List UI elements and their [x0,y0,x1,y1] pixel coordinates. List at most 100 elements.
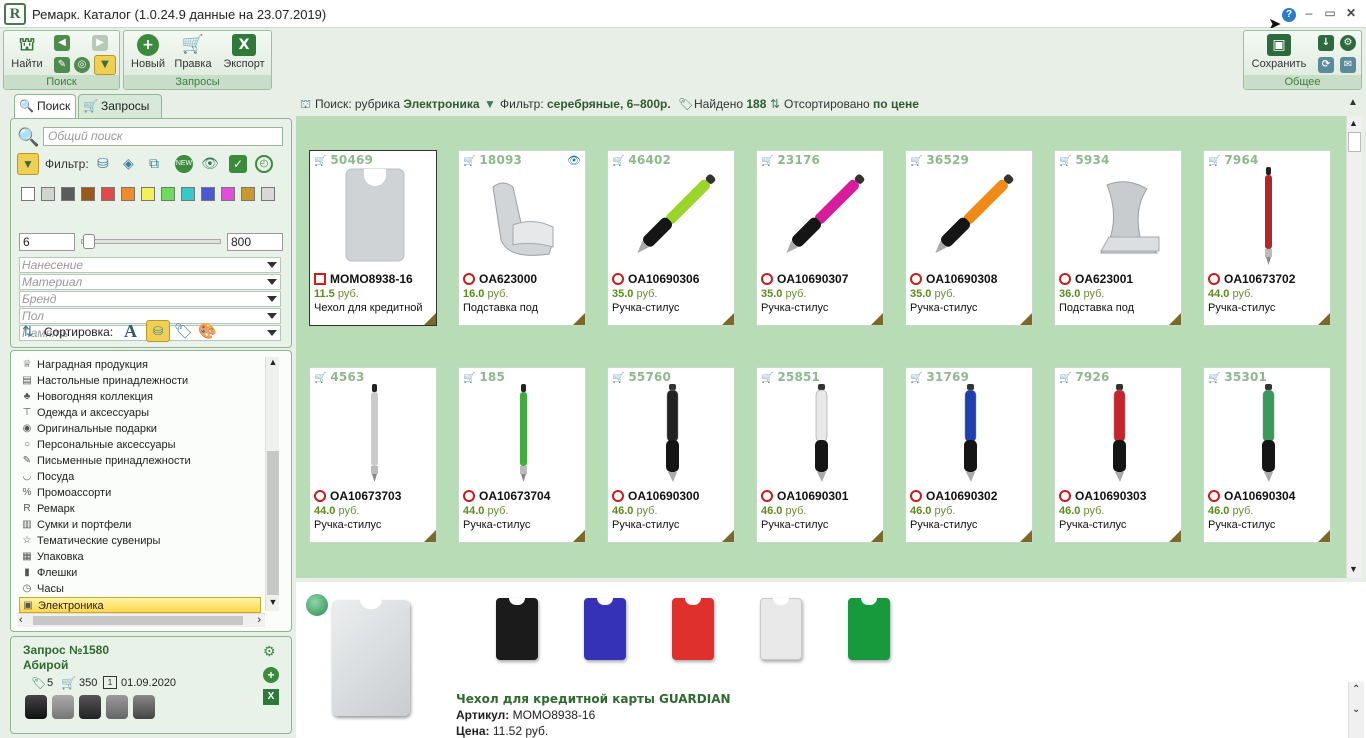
forward-icon[interactable]: ▶ [92,35,108,51]
scroll-down-icon[interactable]: ▼ [267,597,279,611]
new-request-button[interactable]: + Новый [128,34,168,70]
eraser-icon[interactable]: ✎ [54,57,70,73]
globe-icon[interactable]: ◎ [74,57,90,73]
category-scrollbar[interactable]: ▲ ▼ [265,357,279,611]
collapse-icon[interactable]: ▲ [1348,93,1358,113]
filter-toggle-icon[interactable]: ▼ [17,153,39,175]
category-item[interactable]: ◡ Посуда [19,469,261,485]
category-item[interactable]: ✎ Письменные принадлежности [19,453,261,469]
bag-thumbnail-5[interactable] [133,695,155,719]
category-item[interactable]: ▥ Сумки и портфели [19,517,261,533]
color-swatch[interactable] [81,187,95,201]
product-card[interactable]: 🛒 7964 OA10673702 44.0 руб. Ручка-стилус [1203,150,1331,326]
sort-alpha-icon[interactable]: A [124,321,137,342]
tab-search[interactable]: 🔍 Поиск [14,94,76,118]
product-card[interactable]: 🛒 25851 OA10690301 46.0 руб. Ручка-стилус [756,367,884,543]
product-card[interactable]: 🛒 7926 OA10690303 46.0 руб. Ручка-стилус [1054,367,1182,543]
product-card[interactable]: 🛒 31769 OA10690302 46.0 руб. Ручка-стилус [905,367,1033,543]
price-slider-track[interactable] [81,239,221,244]
layers-filter-icon[interactable]: ⧉ [149,155,167,173]
variant-thumbnail[interactable] [496,598,538,660]
category-item[interactable]: ○ Персональные аксессуары [19,437,261,453]
back-icon[interactable]: ◀ [54,35,70,51]
bag-thumbnail-2[interactable] [52,695,74,719]
price-filter-icon[interactable]: ⛁ [97,155,115,173]
maximize-button[interactable]: ▭ [1320,4,1340,22]
price-max-input[interactable]: 800 [227,233,283,251]
product-card[interactable]: 🛒 36529 OA10690308 35.0 руб. Ручка-стилус [905,150,1033,326]
globe-link-icon[interactable] [306,594,328,616]
help-icon[interactable]: ? [1279,4,1299,22]
request-excel-icon[interactable]: X [263,689,279,705]
product-card[interactable]: 🛒 4563 OA10673703 44.0 руб. Ручка-стилус [309,367,437,543]
variant-thumbnail[interactable] [672,598,714,660]
category-item[interactable]: R Ремарк [19,501,261,517]
price-slider-thumb[interactable] [83,234,95,249]
color-swatch[interactable] [261,187,275,201]
scroll-right-icon[interactable]: › [257,614,261,626]
new-filter-icon[interactable]: NEW [175,155,193,173]
sync-icon[interactable]: ⟳ [1318,57,1334,73]
product-card[interactable]: 🛒 5934 OA623001 36.0 руб. Подставка под [1054,150,1182,326]
category-item[interactable]: ▮ Флешки [19,565,261,581]
bag-thumbnail-1[interactable] [25,695,47,719]
color-swatch[interactable] [21,187,35,201]
category-item[interactable]: ◷ Часы [19,581,261,597]
box-filter-icon[interactable]: ◈ [123,155,141,173]
grid-scroll-up-icon[interactable]: ▲ [1349,118,1358,128]
color-swatch[interactable] [141,187,155,201]
clock-filter-icon[interactable]: ◴ [255,155,273,173]
eye-icon[interactable]: 👁 [567,154,581,167]
scroll-left-icon[interactable]: ‹ [19,614,23,626]
product-card[interactable]: 🛒 46402 OA10690306 35.0 руб. Ручка-стилус [607,150,735,326]
grid-scroll-down-icon[interactable]: ▼ [1349,564,1358,574]
category-hscrollbar[interactable]: ‹ › [17,613,265,627]
variant-thumbnail[interactable] [584,598,626,660]
product-card[interactable]: 🛒 50469 MOMO8938-16 11.5 руб. Чехол для кре… [309,150,437,326]
category-item[interactable]: % Промоассорти [19,485,261,501]
color-swatch[interactable] [41,187,55,201]
search-input[interactable]: Общий поиск [43,127,283,146]
bag-thumbnail-4[interactable] [106,695,128,719]
product-card[interactable]: 🛒 185 OA10673704 44.0 руб. Ручка-стилус [458,367,586,543]
hscroll-thumb[interactable] [33,616,243,625]
tab-requests[interactable]: 🛒 Запросы [78,94,162,118]
bag-thumbnail-3[interactable] [79,695,101,719]
color-swatch[interactable] [121,187,135,201]
category-item[interactable]: ⊤ Одежда и аксессуары [19,405,261,421]
category-item[interactable]: ▣ Электроника [19,597,261,613]
product-card[interactable]: 🛒 55760 OA10690300 46.0 руб. Ручка-стилус [607,367,735,543]
color-swatch[interactable] [161,187,175,201]
color-swatch[interactable] [61,187,75,201]
grid-scrollbar[interactable]: ▲ ▼ [1346,116,1362,578]
color-swatch[interactable] [221,187,235,201]
color-swatch[interactable] [201,187,215,201]
find-button[interactable]: ⛫ Найти [8,34,46,70]
settings-icon[interactable]: ⚙ [1340,35,1356,51]
scroll-up-icon[interactable]: ▲ [267,357,279,371]
dropdown-material[interactable]: Материал [19,274,281,290]
category-item[interactable]: ♣ Новогодняя коллекция [19,389,261,405]
category-item[interactable]: ▤ Настольные принадлежности [19,373,261,389]
color-swatch[interactable] [101,187,115,201]
dropdown-application[interactable]: Нанесение [19,257,281,273]
edit-request-button[interactable]: 🛒 Правка [172,34,214,70]
eye-filter-icon[interactable]: 👁 [201,155,221,173]
minimize-button[interactable]: – [1299,4,1319,22]
color-swatch[interactable] [181,187,195,201]
variant-thumbnail[interactable] [848,598,890,660]
save-button[interactable]: ▣ Сохранить [1248,34,1310,70]
color-swatch[interactable] [241,187,255,201]
detail-scrollbar[interactable]: ⌃ ⌄ [1348,682,1364,738]
sort-price-icon[interactable]: ⛁ [146,320,170,342]
category-item[interactable]: ♕ Наградная продукция [19,357,261,373]
scroll-thumb[interactable] [267,451,279,595]
sort-tag-icon[interactable]: 🏷 [174,322,193,340]
download-icon[interactable]: ↓ [1318,35,1334,51]
category-item[interactable]: ▦ Упаковка [19,549,261,565]
variant-thumbnail[interactable] [760,598,802,660]
request-add-icon[interactable]: + [263,667,279,683]
product-card[interactable]: 🛒 18093 👁 OA623000 16.0 руб. Подставка под [458,150,586,326]
mail-icon[interactable]: ✉ [1340,57,1356,73]
filter-icon[interactable]: ▼ [94,55,116,75]
